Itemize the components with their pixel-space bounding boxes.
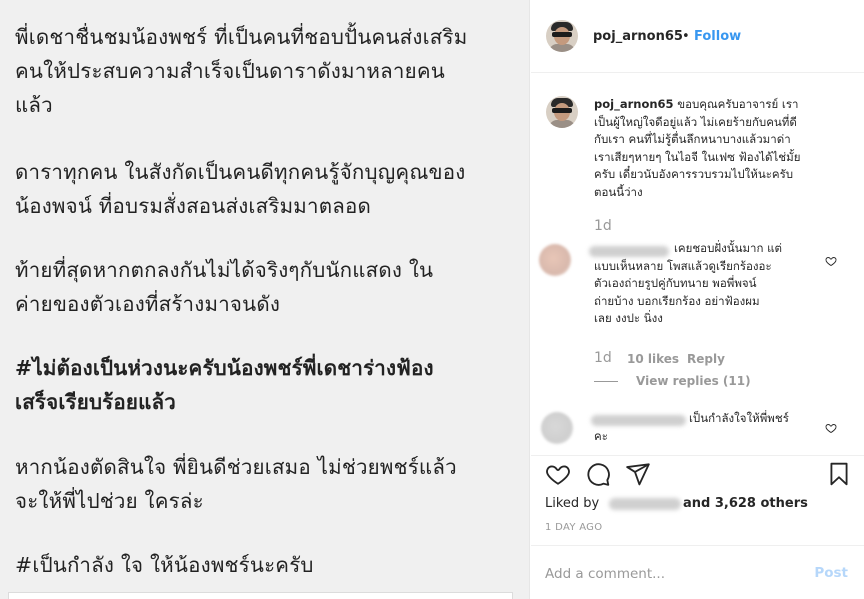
- comment-likes[interactable]: 10 likes: [627, 352, 679, 366]
- avatar[interactable]: [546, 96, 578, 128]
- caption-line: แล้ว: [15, 93, 53, 117]
- caption-paragraph-4: #ไม่ต้องเป็นห่วงนะครับน้องพชร์พี่เดชาร่า…: [15, 351, 520, 419]
- likes-count[interactable]: and 3,628 others: [683, 496, 808, 511]
- image-bottom-card: [8, 592, 513, 599]
- post-date[interactable]: 1 DAY AGO: [545, 522, 602, 533]
- comment-username[interactable]: poj_arnon65: [594, 97, 674, 111]
- comment-timestamp[interactable]: 1d: [594, 218, 612, 234]
- view-replies-line: [594, 381, 618, 382]
- caption-line: จะให้พี่ไปช่วย ใครล่ะ: [15, 489, 204, 513]
- separator-dot: •: [682, 29, 690, 44]
- comment-text: เคยชอบฝั่งนั้นมาก แต่ แบบเห็นหลาย โพสแล้…: [594, 241, 782, 325]
- add-comment-input[interactable]: [545, 564, 805, 584]
- like-comment-heart-icon[interactable]: [825, 422, 837, 434]
- blurred-liker: [609, 498, 681, 510]
- share-icon[interactable]: [625, 461, 651, 487]
- view-replies-button[interactable]: View replies (11): [636, 374, 751, 388]
- caption-line: พี่เดชาชื่นชมน้องพชร์ ที่เป็นคนที่ชอบปั้…: [15, 25, 468, 49]
- comment-timestamp[interactable]: 1d: [594, 350, 612, 366]
- caption-paragraph-5: หากน้องตัดสินใจ พี่ยินดีช่วยเสมอ ไม่ช่วย…: [15, 450, 520, 518]
- comment-icon[interactable]: [585, 461, 611, 487]
- like-comment-heart-icon[interactable]: [825, 255, 837, 267]
- caption-line: น้องพจน์ ที่อบรมสั่งสอนส่งเสริมมาตลอด: [15, 194, 372, 218]
- comment-author-caption: poj_arnon65 ขอบคุณครับอาจารย์ เรา เป็นผู…: [594, 97, 801, 199]
- caption-line: หากน้องตัดสินใจ พี่ยินดีช่วยเสมอ ไม่ช่วย…: [15, 455, 457, 479]
- liked-by-prefix: Liked by: [545, 496, 600, 511]
- post-side-panel: poj_arnon65 • Follow poj_arnon65 ขอบคุณค…: [531, 0, 864, 599]
- add-comment-bar: Post: [531, 545, 864, 599]
- caption-paragraph-6: #เป็นกำลัง ใจ ให้น้องพชร์นะครับ: [15, 548, 520, 582]
- heart-icon[interactable]: [545, 461, 571, 487]
- header-username[interactable]: poj_arnon65: [593, 29, 683, 44]
- post-image: พี่เดชาชื่นชมน้องพชร์ ที่เป็นคนที่ชอบปั้…: [0, 0, 530, 599]
- post-comment-button[interactable]: Post: [814, 565, 848, 581]
- bookmark-icon[interactable]: [826, 461, 852, 487]
- caption-line: คนให้ประสบความสำเร็จเป็นดาราดังมาหลายคน: [15, 59, 445, 83]
- caption-paragraph-1: พี่เดชาชื่นชมน้องพชร์ ที่เป็นคนที่ชอบปั้…: [15, 20, 520, 122]
- post-header: poj_arnon65 • Follow: [531, 0, 864, 73]
- avatar[interactable]: [539, 244, 571, 276]
- caption-line: ค่ายของตัวเองที่สร้างมาจนดัง: [15, 292, 281, 316]
- caption-line: ท้ายที่สุดหากตกลงกันไม่ได้จริงๆกับนักแสด…: [15, 258, 434, 282]
- caption-line: ดาราทุกคน ในสังกัดเป็นคนดีทุกคนรู้จักบุญ…: [15, 160, 466, 184]
- caption-line: เสร็จเรียบร้อยแล้ว: [15, 390, 177, 414]
- comment-text: เป็นกำลังใจให้พี่พชร์ คะ: [594, 411, 789, 443]
- caption-paragraph-3: ท้ายที่สุดหากตกลงกันไม่ได้จริงๆกับนักแสด…: [15, 253, 520, 321]
- caption-line: #เป็นกำลัง ใจ ให้น้องพชร์นะครับ: [15, 553, 314, 577]
- caption-paragraph-2: ดาราทุกคน ในสังกัดเป็นคนดีทุกคนรู้จักบุญ…: [15, 155, 520, 223]
- post-actions: Liked by and 3,628 others 1 DAY AGO: [531, 455, 864, 540]
- avatar[interactable]: [546, 20, 578, 52]
- follow-button[interactable]: Follow: [694, 29, 741, 44]
- caption-line: #ไม่ต้องเป็นห่วงนะครับน้องพชร์พี่เดชาร่า…: [15, 356, 434, 380]
- reply-button[interactable]: Reply: [687, 352, 725, 366]
- comments-list[interactable]: poj_arnon65 ขอบคุณครับอาจารย์ เรา เป็นผู…: [531, 74, 864, 454]
- avatar[interactable]: [541, 412, 573, 444]
